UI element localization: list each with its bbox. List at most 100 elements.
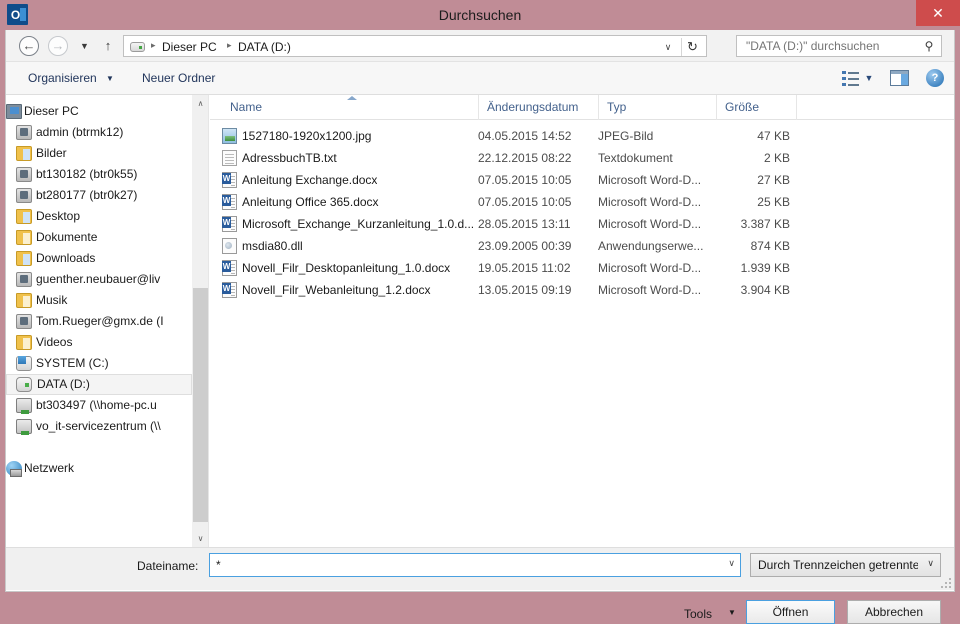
cancel-button[interactable]: Abbrechen [847,600,941,624]
table-row[interactable]: msdia80.dll 23.09.2005 00:39 Anwendungse… [210,235,954,257]
file-list[interactable]: Name Änderungsdatum Typ Größe 1527180-19… [210,95,954,547]
user-folder-icon [16,167,32,182]
sidebar-item-label: Tom.Rueger@gmx.de (I [36,314,164,328]
forward-icon[interactable]: → [48,36,68,56]
chevron-down-icon[interactable]: ▼ [862,71,876,86]
recent-locations-icon[interactable]: ▼ [76,36,93,56]
chevron-down-icon[interactable]: ∨ [728,558,735,569]
file-name: Novell_Filr_Webanleitung_1.2.docx [242,283,431,297]
table-row[interactable]: Novell_Filr_Desktopanleitung_1.0.docx 19… [210,257,954,279]
file-type: JPEG-Bild [598,129,654,143]
sidebar-item-system-c[interactable]: SYSTEM (C:) [6,353,192,374]
sidebar-item-vo-it-servicezentrum[interactable]: vo_it-servicezentrum (\\ [6,416,192,437]
sidebar-item-data-d[interactable]: DATA (D:) [6,374,192,395]
file-type: Microsoft Word-D... [598,195,702,209]
sidebar-item-netzwerk[interactable]: Netzwerk [6,458,192,479]
music-folder-icon [16,293,32,308]
new-folder-button[interactable]: Neuer Ordner [142,69,215,88]
preview-pane-icon[interactable] [890,70,909,86]
up-icon[interactable]: ↑ [98,36,118,56]
column-header-name[interactable]: Name [222,95,480,120]
sidebar-item-label: Downloads [36,251,96,265]
file-name: Anleitung Exchange.docx [242,173,378,187]
breadcrumb-item-data-d[interactable]: DATA (D:) [238,39,291,55]
table-row[interactable]: Novell_Filr_Webanleitung_1.2.docx 13.05.… [210,279,954,301]
sidebar-item-bilder[interactable]: Bilder [6,143,192,164]
resize-grip[interactable] [941,578,951,588]
file-size: 27 KB [757,173,790,187]
chevron-down-icon[interactable]: ▼ [106,69,114,88]
sidebar-item-desktop[interactable]: Desktop [6,206,192,227]
column-header-type[interactable]: Typ [598,95,716,120]
sidebar-item-label: admin (btrmk12) [36,125,124,139]
breadcrumb-separator: ▸ [227,40,232,50]
file-type: Anwendungserwe... [598,239,704,253]
system-drive-icon [16,356,32,371]
sidebar-item-admin[interactable]: admin (btrmk12) [6,122,192,143]
sidebar-item-label: bt303497 (\\home-pc.u [36,398,157,412]
sidebar-scrollbar[interactable]: ∧ ∨ [192,95,209,547]
sidebar-item-bt280177[interactable]: bt280177 (btr0k27) [6,185,192,206]
user-folder-icon [16,188,32,203]
filename-input[interactable] [214,554,714,576]
sidebar-item-downloads[interactable]: Downloads [6,248,192,269]
videos-folder-icon [16,335,32,350]
chevron-down-icon[interactable]: ∨ [660,40,676,55]
filetype-dropdown[interactable]: Durch Trennzeichen getrennte ' ∨ [750,553,941,577]
table-row[interactable]: Anleitung Office 365.docx 07.05.2015 10:… [210,191,954,213]
refresh-icon[interactable]: ↻ [681,38,703,56]
table-row[interactable]: 1527180-1920x1200.jpg 04.05.2015 14:52 J… [210,125,954,147]
help-icon[interactable]: ? [926,69,944,87]
sidebar-item-dieser-pc[interactable]: Dieser PC [6,101,192,122]
sidebar-item-videos[interactable]: Videos [6,332,192,353]
sidebar-item-dokumente[interactable]: Dokumente [6,227,192,248]
scroll-down-icon[interactable]: ∨ [192,530,209,547]
column-header-size[interactable]: Größe [716,95,796,120]
sidebar-item-musik[interactable]: Musik [6,290,192,311]
sidebar-item-guenther-neubauer[interactable]: guenther.neubauer@liv [6,269,192,290]
sidebar-item-bt130182[interactable]: bt130182 (btr0k55) [6,164,192,185]
close-button[interactable]: ✕ [916,0,960,26]
column-header-date[interactable]: Änderungsdatum [478,95,598,120]
scrollbar-thumb[interactable] [193,288,208,522]
file-type: Microsoft Word-D... [598,283,702,297]
search-icon[interactable]: ⚲ [922,38,936,54]
column-header-extra[interactable] [796,95,954,120]
network-icon [6,461,22,477]
file-name: Microsoft_Exchange_Kurzanleitung_1.0.d..… [242,217,474,231]
tools-button[interactable]: Tools [684,607,712,621]
file-name: 1527180-1920x1200.jpg [242,129,372,143]
back-icon[interactable]: ← [19,36,39,56]
address-bar[interactable]: ▸ Dieser PC ▸ DATA (D:) ∨ ↻ [123,35,707,57]
search-box[interactable]: ⚲ [736,35,942,57]
search-input[interactable] [744,36,914,56]
sidebar-item-tom-rueger[interactable]: Tom.Rueger@gmx.de (I [6,311,192,332]
desktop-folder-icon [16,209,32,224]
command-toolbar: Organisieren ▼ Neuer Ordner ▼ ? [6,62,954,95]
file-date: 22.12.2015 08:22 [478,151,572,165]
sidebar-item-label: Dieser PC [24,104,79,118]
filename-field[interactable]: ∨ [209,553,741,577]
user-folder-icon [16,272,32,287]
table-row[interactable]: Anleitung Exchange.docx 07.05.2015 10:05… [210,169,954,191]
file-name: AdressbuchTB.txt [242,151,337,165]
file-date: 28.05.2015 13:11 [478,217,571,231]
window-title: Durchsuchen [438,7,522,23]
text-file-icon [222,150,237,166]
table-row[interactable]: Microsoft_Exchange_Kurzanleitung_1.0.d..… [210,213,954,235]
word-file-icon [222,194,237,210]
sidebar-item-label: Bilder [36,146,67,160]
word-file-icon [222,172,237,188]
breadcrumb-item-dieser-pc[interactable]: Dieser PC [162,39,217,55]
table-row[interactable]: AdressbuchTB.txt 22.12.2015 08:22 Textdo… [210,147,954,169]
organize-button[interactable]: Organisieren [28,69,97,88]
open-button[interactable]: Öffnen [746,600,835,624]
file-date: 19.05.2015 11:02 [478,261,571,275]
browse-dialog-window: O Durchsuchen ✕ ← → ▼ ↑ ▸ Dieser PC ▸ DA… [0,0,960,624]
sidebar-item-bt303497[interactable]: bt303497 (\\home-pc.u [6,395,192,416]
scroll-up-icon[interactable]: ∧ [192,95,209,112]
navigation-tree[interactable]: Dieser PC admin (btrmk12) Bilder bt13018… [6,95,192,547]
network-drive-icon [16,419,32,435]
chevron-down-icon[interactable]: ▼ [728,608,736,617]
list-view-icon[interactable] [842,71,859,86]
